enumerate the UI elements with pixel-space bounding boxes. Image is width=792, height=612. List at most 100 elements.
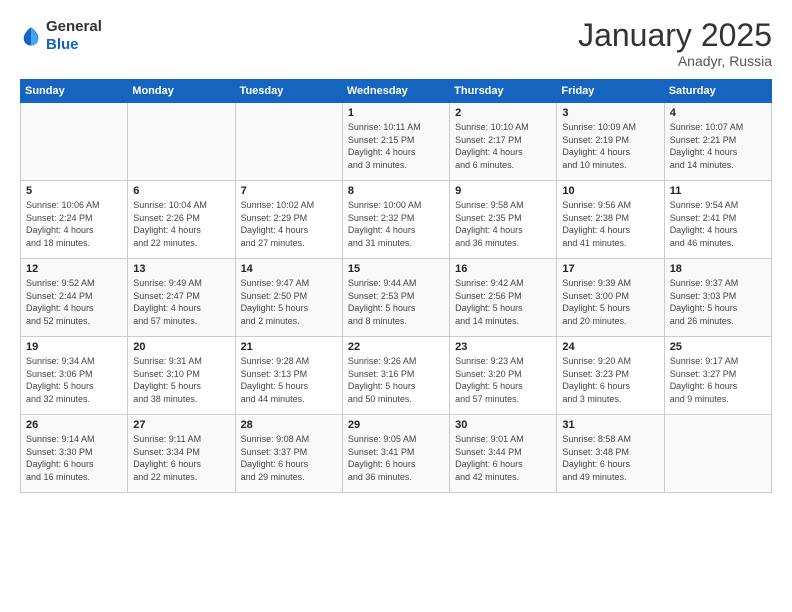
title-block: January 2025 Anadyr, Russia: [578, 18, 772, 69]
weekday-header-wednesday: Wednesday: [342, 80, 449, 103]
day-number: 11: [670, 185, 766, 197]
day-info: Sunrise: 10:04 AM Sunset: 2:26 PM Daylig…: [133, 199, 229, 249]
day-number: 31: [562, 419, 658, 431]
calendar-cell: 8 Sunrise: 10:00 AM Sunset: 2:32 PM Dayli…: [342, 181, 449, 259]
day-info: Sunrise: 9:28 AM Sunset: 3:13 PM Dayligh…: [241, 355, 337, 405]
day-number: 19: [26, 341, 122, 353]
calendar-cell: 26 Sunrise: 9:14 AM Sunset: 3:30 PM Dayli…: [21, 415, 128, 493]
day-info: Sunrise: 8:58 AM Sunset: 3:48 PM Dayligh…: [562, 433, 658, 483]
day-number: 20: [133, 341, 229, 353]
day-number: 16: [455, 263, 551, 275]
calendar-cell: 10 Sunrise: 9:56 AM Sunset: 2:38 PM Dayli…: [557, 181, 664, 259]
calendar-cell: 3 Sunrise: 10:09 AM Sunset: 2:19 PM Dayli…: [557, 103, 664, 181]
calendar-cell: [128, 103, 235, 181]
calendar-table: SundayMondayTuesdayWednesdayThursdayFrid…: [20, 79, 772, 493]
calendar-cell: [21, 103, 128, 181]
calendar-cell: 19 Sunrise: 9:34 AM Sunset: 3:06 PM Dayli…: [21, 337, 128, 415]
calendar-week-1: 1Sunrise: 10:11 AM Sunset: 2:15 PM Dayli…: [21, 103, 772, 181]
day-info: Sunrise: 9:11 AM Sunset: 3:34 PM Dayligh…: [133, 433, 229, 483]
day-number: 18: [670, 263, 766, 275]
day-number: 15: [348, 263, 444, 275]
logo: General Blue: [20, 18, 102, 54]
day-number: 14: [241, 263, 337, 275]
day-number: 26: [26, 419, 122, 431]
day-info: Sunrise: 9:05 AM Sunset: 3:41 PM Dayligh…: [348, 433, 444, 483]
day-info: Sunrise: 9:37 AM Sunset: 3:03 PM Dayligh…: [670, 277, 766, 327]
day-info: Sunrise: 10:10 AM Sunset: 2:17 PM Daylig…: [455, 121, 551, 171]
calendar-cell: 31 Sunrise: 8:58 AM Sunset: 3:48 PM Dayli…: [557, 415, 664, 493]
calendar-cell: 25Sunrise: 9:17 AM Sunset: 3:27 PM Dayli…: [664, 337, 771, 415]
calendar-cell: 16 Sunrise: 9:42 AM Sunset: 2:56 PM Dayli…: [450, 259, 557, 337]
day-number: 30: [455, 419, 551, 431]
calendar-cell: 2 Sunrise: 10:10 AM Sunset: 2:17 PM Dayli…: [450, 103, 557, 181]
calendar-cell: 12Sunrise: 9:52 AM Sunset: 2:44 PM Dayli…: [21, 259, 128, 337]
calendar-cell: 4Sunrise: 10:07 AM Sunset: 2:21 PM Dayli…: [664, 103, 771, 181]
weekday-header-tuesday: Tuesday: [235, 80, 342, 103]
calendar-cell: [235, 103, 342, 181]
day-number: 5: [26, 185, 122, 197]
day-info: Sunrise: 9:58 AM Sunset: 2:35 PM Dayligh…: [455, 199, 551, 249]
day-info: Sunrise: 10:00 AM Sunset: 2:32 PM Daylig…: [348, 199, 444, 249]
day-number: 25: [670, 341, 766, 353]
logo-general: General: [46, 18, 102, 35]
day-info: Sunrise: 10:06 AM Sunset: 2:24 PM Daylig…: [26, 199, 122, 249]
day-number: 13: [133, 263, 229, 275]
day-number: 22: [348, 341, 444, 353]
day-info: Sunrise: 9:08 AM Sunset: 3:37 PM Dayligh…: [241, 433, 337, 483]
day-info: Sunrise: 9:56 AM Sunset: 2:38 PM Dayligh…: [562, 199, 658, 249]
calendar-cell: [664, 415, 771, 493]
calendar-cell: 1Sunrise: 10:11 AM Sunset: 2:15 PM Dayli…: [342, 103, 449, 181]
day-number: 6: [133, 185, 229, 197]
day-number: 9: [455, 185, 551, 197]
logo-icon: [20, 25, 42, 47]
day-info: Sunrise: 10:02 AM Sunset: 2:29 PM Daylig…: [241, 199, 337, 249]
day-number: 28: [241, 419, 337, 431]
calendar-cell: 15 Sunrise: 9:44 AM Sunset: 2:53 PM Dayli…: [342, 259, 449, 337]
day-number: 17: [562, 263, 658, 275]
day-info: Sunrise: 9:26 AM Sunset: 3:16 PM Dayligh…: [348, 355, 444, 405]
month-title: January 2025: [578, 18, 772, 53]
day-info: Sunrise: 9:23 AM Sunset: 3:20 PM Dayligh…: [455, 355, 551, 405]
day-info: Sunrise: 9:14 AM Sunset: 3:30 PM Dayligh…: [26, 433, 122, 483]
day-number: 23: [455, 341, 551, 353]
calendar-cell: 28 Sunrise: 9:08 AM Sunset: 3:37 PM Dayli…: [235, 415, 342, 493]
weekday-header-thursday: Thursday: [450, 80, 557, 103]
day-info: Sunrise: 9:42 AM Sunset: 2:56 PM Dayligh…: [455, 277, 551, 327]
day-info: Sunrise: 9:31 AM Sunset: 3:10 PM Dayligh…: [133, 355, 229, 405]
calendar-week-5: 26 Sunrise: 9:14 AM Sunset: 3:30 PM Dayli…: [21, 415, 772, 493]
header: General Blue January 2025 Anadyr, Russia: [20, 18, 772, 69]
calendar-cell: 24 Sunrise: 9:20 AM Sunset: 3:23 PM Dayli…: [557, 337, 664, 415]
day-number: 2: [455, 107, 551, 119]
weekday-header-saturday: Saturday: [664, 80, 771, 103]
day-info: Sunrise: 9:34 AM Sunset: 3:06 PM Dayligh…: [26, 355, 122, 405]
calendar-week-2: 5 Sunrise: 10:06 AM Sunset: 2:24 PM Dayli…: [21, 181, 772, 259]
weekday-header-monday: Monday: [128, 80, 235, 103]
day-number: 8: [348, 185, 444, 197]
day-info: Sunrise: 9:54 AM Sunset: 2:41 PM Dayligh…: [670, 199, 766, 249]
location-title: Anadyr, Russia: [578, 53, 772, 69]
day-number: 10: [562, 185, 658, 197]
day-info: Sunrise: 9:47 AM Sunset: 2:50 PM Dayligh…: [241, 277, 337, 327]
calendar-cell: 29 Sunrise: 9:05 AM Sunset: 3:41 PM Dayli…: [342, 415, 449, 493]
calendar-cell: 30Sunrise: 9:01 AM Sunset: 3:44 PM Dayli…: [450, 415, 557, 493]
day-info: Sunrise: 10:07 AM Sunset: 2:21 PM Daylig…: [670, 121, 766, 171]
day-info: Sunrise: 10:11 AM Sunset: 2:15 PM Daylig…: [348, 121, 444, 171]
day-number: 29: [348, 419, 444, 431]
day-info: Sunrise: 9:44 AM Sunset: 2:53 PM Dayligh…: [348, 277, 444, 327]
day-number: 3: [562, 107, 658, 119]
day-info: Sunrise: 9:52 AM Sunset: 2:44 PM Dayligh…: [26, 277, 122, 327]
calendar-week-3: 12Sunrise: 9:52 AM Sunset: 2:44 PM Dayli…: [21, 259, 772, 337]
day-info: Sunrise: 10:09 AM Sunset: 2:19 PM Daylig…: [562, 121, 658, 171]
weekday-header-friday: Friday: [557, 80, 664, 103]
day-info: Sunrise: 9:49 AM Sunset: 2:47 PM Dayligh…: [133, 277, 229, 327]
calendar-cell: 23 Sunrise: 9:23 AM Sunset: 3:20 PM Dayli…: [450, 337, 557, 415]
calendar-cell: 7 Sunrise: 10:02 AM Sunset: 2:29 PM Dayli…: [235, 181, 342, 259]
calendar-cell: 13 Sunrise: 9:49 AM Sunset: 2:47 PM Dayli…: [128, 259, 235, 337]
day-number: 7: [241, 185, 337, 197]
calendar-cell: 27Sunrise: 9:11 AM Sunset: 3:34 PM Dayli…: [128, 415, 235, 493]
day-number: 24: [562, 341, 658, 353]
day-info: Sunrise: 9:39 AM Sunset: 3:00 PM Dayligh…: [562, 277, 658, 327]
day-info: Sunrise: 9:20 AM Sunset: 3:23 PM Dayligh…: [562, 355, 658, 405]
calendar-cell: 6 Sunrise: 10:04 AM Sunset: 2:26 PM Dayli…: [128, 181, 235, 259]
logo-text: General Blue: [46, 18, 102, 54]
